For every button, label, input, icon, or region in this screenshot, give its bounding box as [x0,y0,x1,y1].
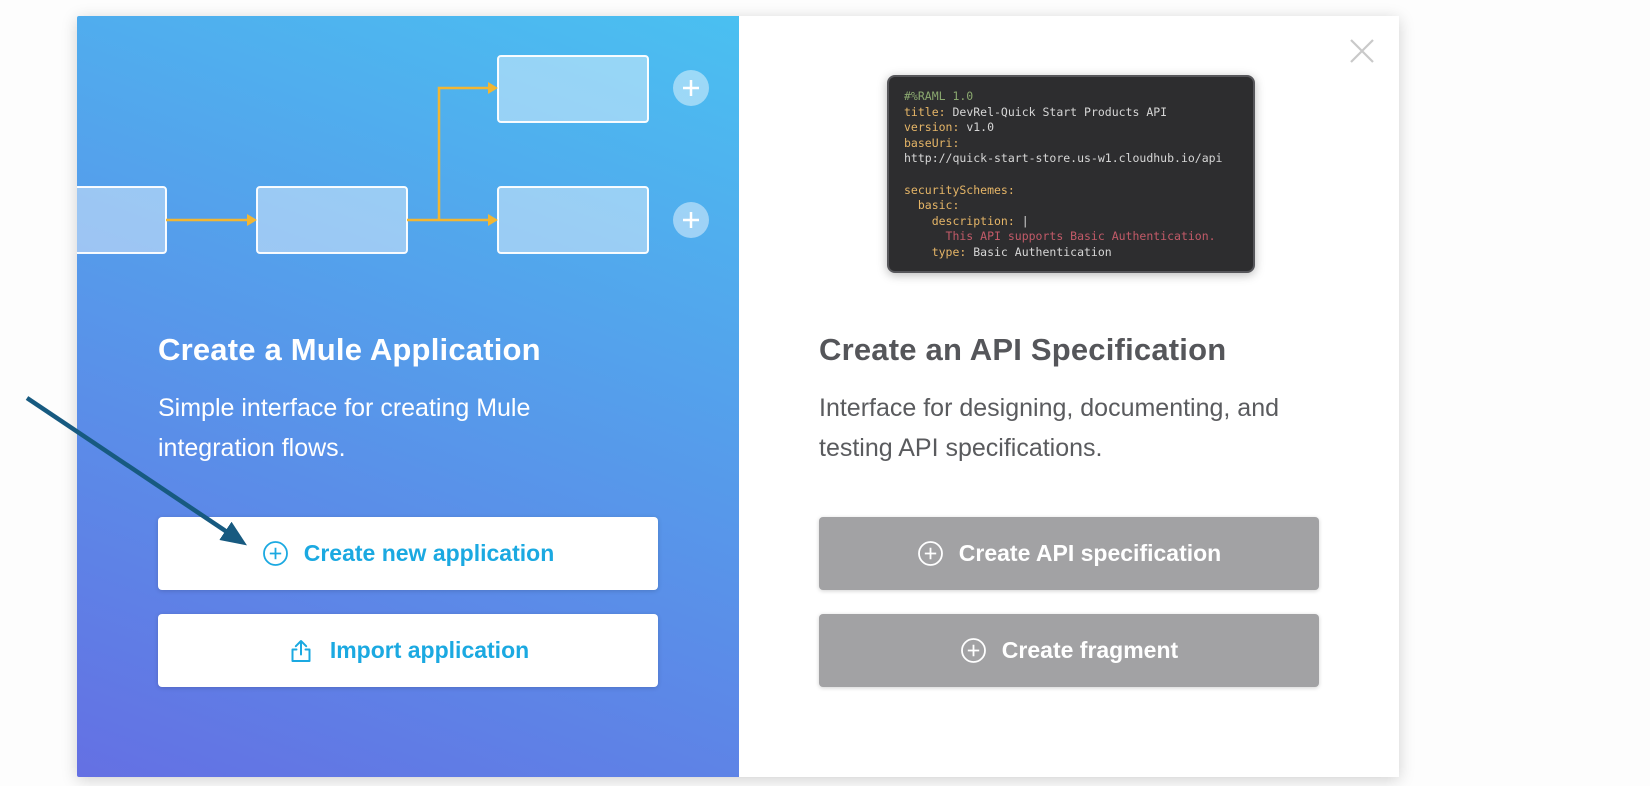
plus-circle-icon [262,541,288,566]
button-label: Create fragment [1001,637,1179,663]
plus-circle-icon [960,638,986,663]
left-panel-description: Simple interface for creating Mule integ… [158,394,531,462]
code-line: securitySchemes: [904,182,1015,197]
create-api-specification-button[interactable]: Create API specification [819,517,1319,590]
code-line: #%RAML 1.0 [904,89,974,103]
code-line: http://quick-start-store.us-w1.cloudhub.… [904,151,1223,166]
flow-nodes [77,55,649,254]
code-snippet-body: #%RAML 1.0 title: DevRel-Quick Start Prod… [904,89,1238,261]
import-application-button[interactable]: Import application [158,614,658,687]
button-label: Create API specification [958,540,1222,566]
code-line: basic: [904,198,960,213]
right-panel-title: Create an API Specification [819,332,1227,367]
left-panel-title: Create a Mule Application [158,332,541,367]
upload-icon [291,639,311,662]
flow-plus-icon [673,202,709,238]
mule-application-panel: Create a Mule Application Simple interfa… [77,16,739,777]
plus-circle-icon [917,541,943,566]
button-label: Import application [329,637,530,663]
code-line: type: Basic Authentication [904,244,1112,259]
close-icon[interactable] [1347,36,1377,66]
right-panel-description: Interface for designing, documenting, an… [819,394,1280,462]
code-line: This API supports Basic Authentication. [904,229,1216,244]
flow-node [497,186,649,254]
flow-diagram-illustration [77,55,709,254]
button-label: Create new application [303,540,555,566]
code-line: baseUri: [904,135,960,150]
code-line: description: | [904,213,1029,228]
flow-node [497,55,649,123]
create-fragment-button[interactable]: Create fragment [819,614,1319,687]
flow-plus-icon [673,70,709,106]
flow-node [77,186,167,254]
raml-code-snippet: #%RAML 1.0 title: DevRel-Quick Start Prod… [887,75,1255,273]
flow-node [256,186,408,254]
code-line: version: v1.0 [904,120,995,135]
create-project-modal: Create a Mule Application Simple interfa… [77,16,1399,777]
code-line: title: DevRel-Quick Start Products API [904,104,1168,119]
api-specification-panel: #%RAML 1.0 title: DevRel-Quick Start Prod… [739,16,1399,777]
create-new-application-button[interactable]: Create new application [158,517,658,590]
